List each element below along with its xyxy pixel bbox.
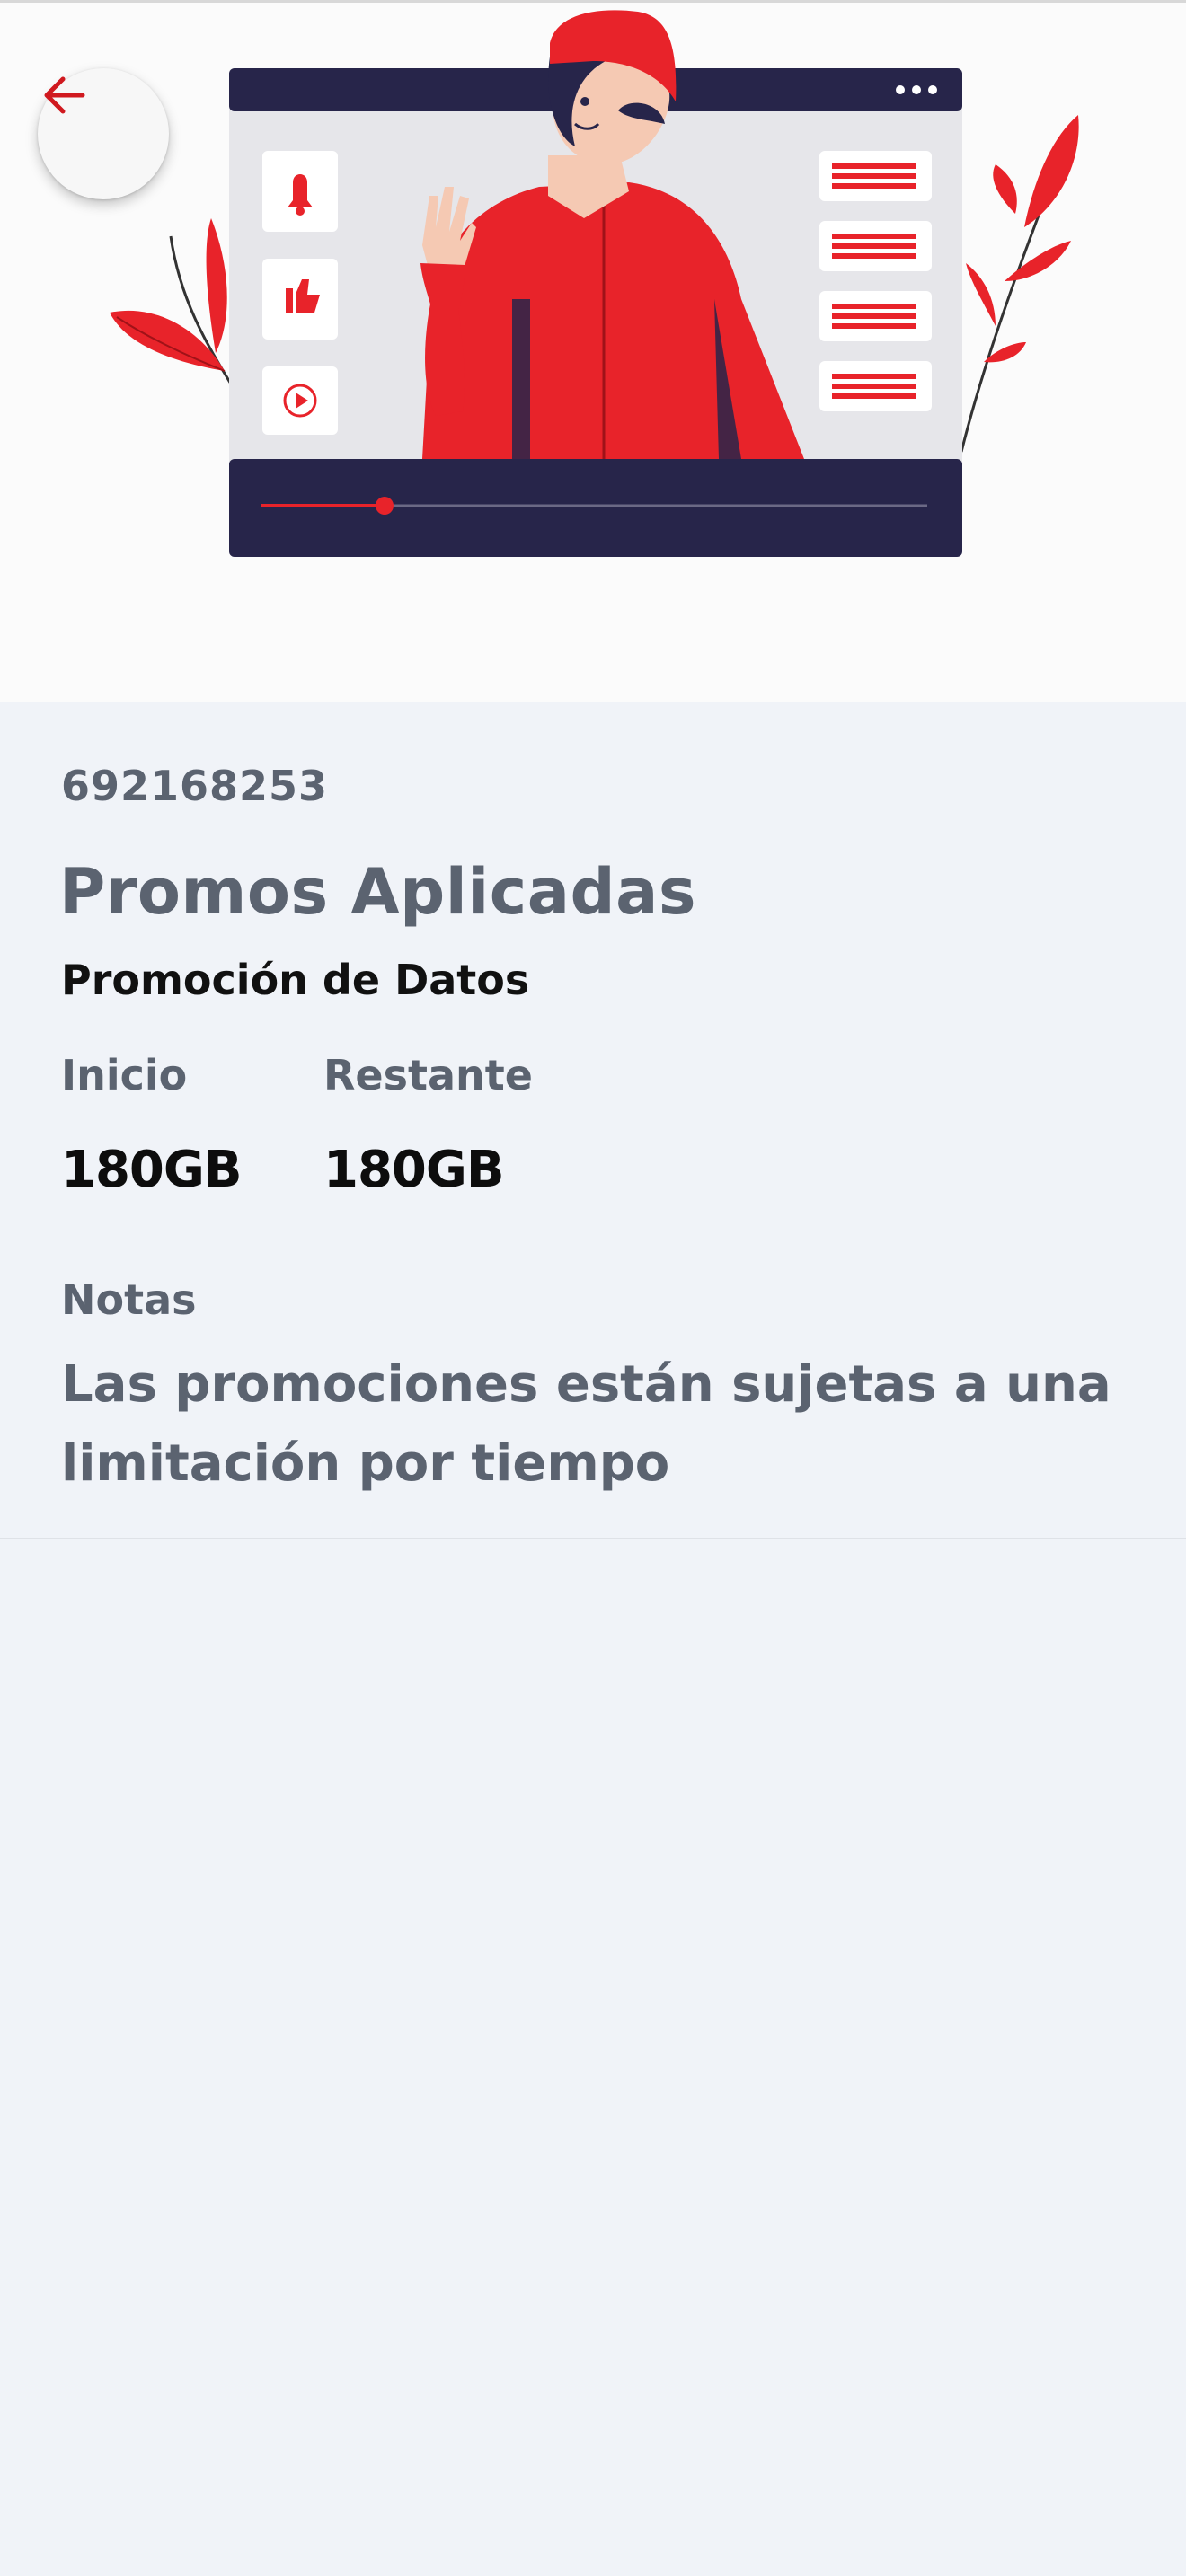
promo-details-panel: 692168253 Promos Aplicadas Promoción de …	[0, 702, 1186, 1539]
notes-text: Las promociones están sujetas a una limi…	[61, 1355, 1111, 1493]
right-leaves-decoration	[960, 115, 1079, 453]
arrow-left-icon	[44, 76, 85, 114]
back-button[interactable]	[38, 68, 169, 199]
left-leaves-decoration	[110, 218, 234, 386]
promo-name: Promoción de Datos	[61, 956, 530, 1004]
remaining-value: 180GB	[323, 1141, 505, 1199]
notes-label: Notas	[61, 1275, 197, 1324]
page-title: Promos Aplicadas	[59, 855, 696, 929]
phone-line-number: 692168253	[61, 762, 329, 810]
start-label: Inicio	[61, 1051, 188, 1099]
video-presenter-illustration	[110, 10, 1079, 557]
header-illustration-area	[0, 0, 1186, 702]
remaining-label: Restante	[323, 1051, 533, 1099]
start-value: 180GB	[61, 1141, 243, 1199]
